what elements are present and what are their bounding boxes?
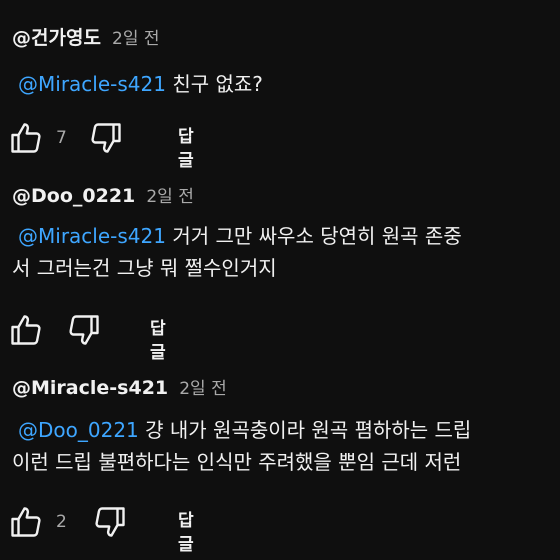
- comment-line-1: @Miracle-s421 친구 없죠?: [12, 68, 560, 100]
- like-count: 2: [56, 512, 67, 532]
- comment-time[interactable]: 2일 전: [179, 379, 227, 399]
- dislike-button[interactable]: [92, 504, 128, 540]
- comment-text-line: 친구 없죠?: [172, 72, 263, 96]
- dislike-button[interactable]: [66, 312, 102, 348]
- comment-line-1: @Doo_0221 걍 내가 원곡충이라 원곡 폄하하는 드립: [12, 414, 560, 446]
- mention-link[interactable]: @Miracle-s421: [18, 224, 166, 248]
- reply-button[interactable]: 답글: [178, 125, 194, 173]
- comment-text: @Miracle-s421 친구 없죠?: [12, 68, 560, 100]
- like-button[interactable]: [8, 504, 44, 540]
- reply-button[interactable]: 답글: [150, 317, 166, 365]
- like-button[interactable]: [8, 120, 44, 156]
- comment-author[interactable]: @Doo_0221: [12, 185, 135, 207]
- comment-line-1: @Miracle-s421 거거 그만 싸우소 당연히 원곡 존중: [12, 220, 560, 252]
- comment-header: @Doo_0221 2일 전: [12, 182, 194, 211]
- dislike-icon: [91, 123, 121, 153]
- like-icon: [11, 315, 41, 345]
- comment-text: @Doo_0221 걍 내가 원곡충이라 원곡 폄하하는 드립 이런 드립 불편…: [12, 414, 560, 478]
- mention-link[interactable]: @Miracle-s421: [18, 72, 166, 96]
- comment-text: @Miracle-s421 거거 그만 싸우소 당연히 원곡 존중 서 그러는건…: [12, 220, 560, 284]
- like-icon: [11, 507, 41, 537]
- like-button[interactable]: [8, 312, 44, 348]
- comment-text-line: 걍 내가 원곡충이라 원곡 폄하하는 드립: [145, 418, 472, 442]
- comment-line-2: 서 그러는건 그냥 뭐 쩔수인거지: [12, 256, 277, 280]
- dislike-button[interactable]: [88, 120, 124, 156]
- comment-line-2: 이런 드립 불편하다는 인식만 주려했을 뿐임 근데 저런: [12, 450, 462, 474]
- mention-link[interactable]: @Doo_0221: [18, 418, 139, 442]
- comment-author[interactable]: @건가영도: [12, 27, 101, 49]
- comment-header: @건가영도 2일 전: [12, 24, 160, 53]
- reply-button[interactable]: 답글: [178, 509, 194, 557]
- comment-author[interactable]: @Miracle-s421: [12, 377, 168, 399]
- comment-text-line: 거거 그만 싸우소 당연히 원곡 존중: [172, 224, 462, 248]
- like-icon: [11, 123, 41, 153]
- like-count: 7: [56, 128, 67, 148]
- comment-time[interactable]: 2일 전: [146, 187, 194, 207]
- comment-time[interactable]: 2일 전: [112, 29, 160, 49]
- dislike-icon: [95, 507, 125, 537]
- dislike-icon: [69, 315, 99, 345]
- comment-header: @Miracle-s421 2일 전: [12, 374, 227, 403]
